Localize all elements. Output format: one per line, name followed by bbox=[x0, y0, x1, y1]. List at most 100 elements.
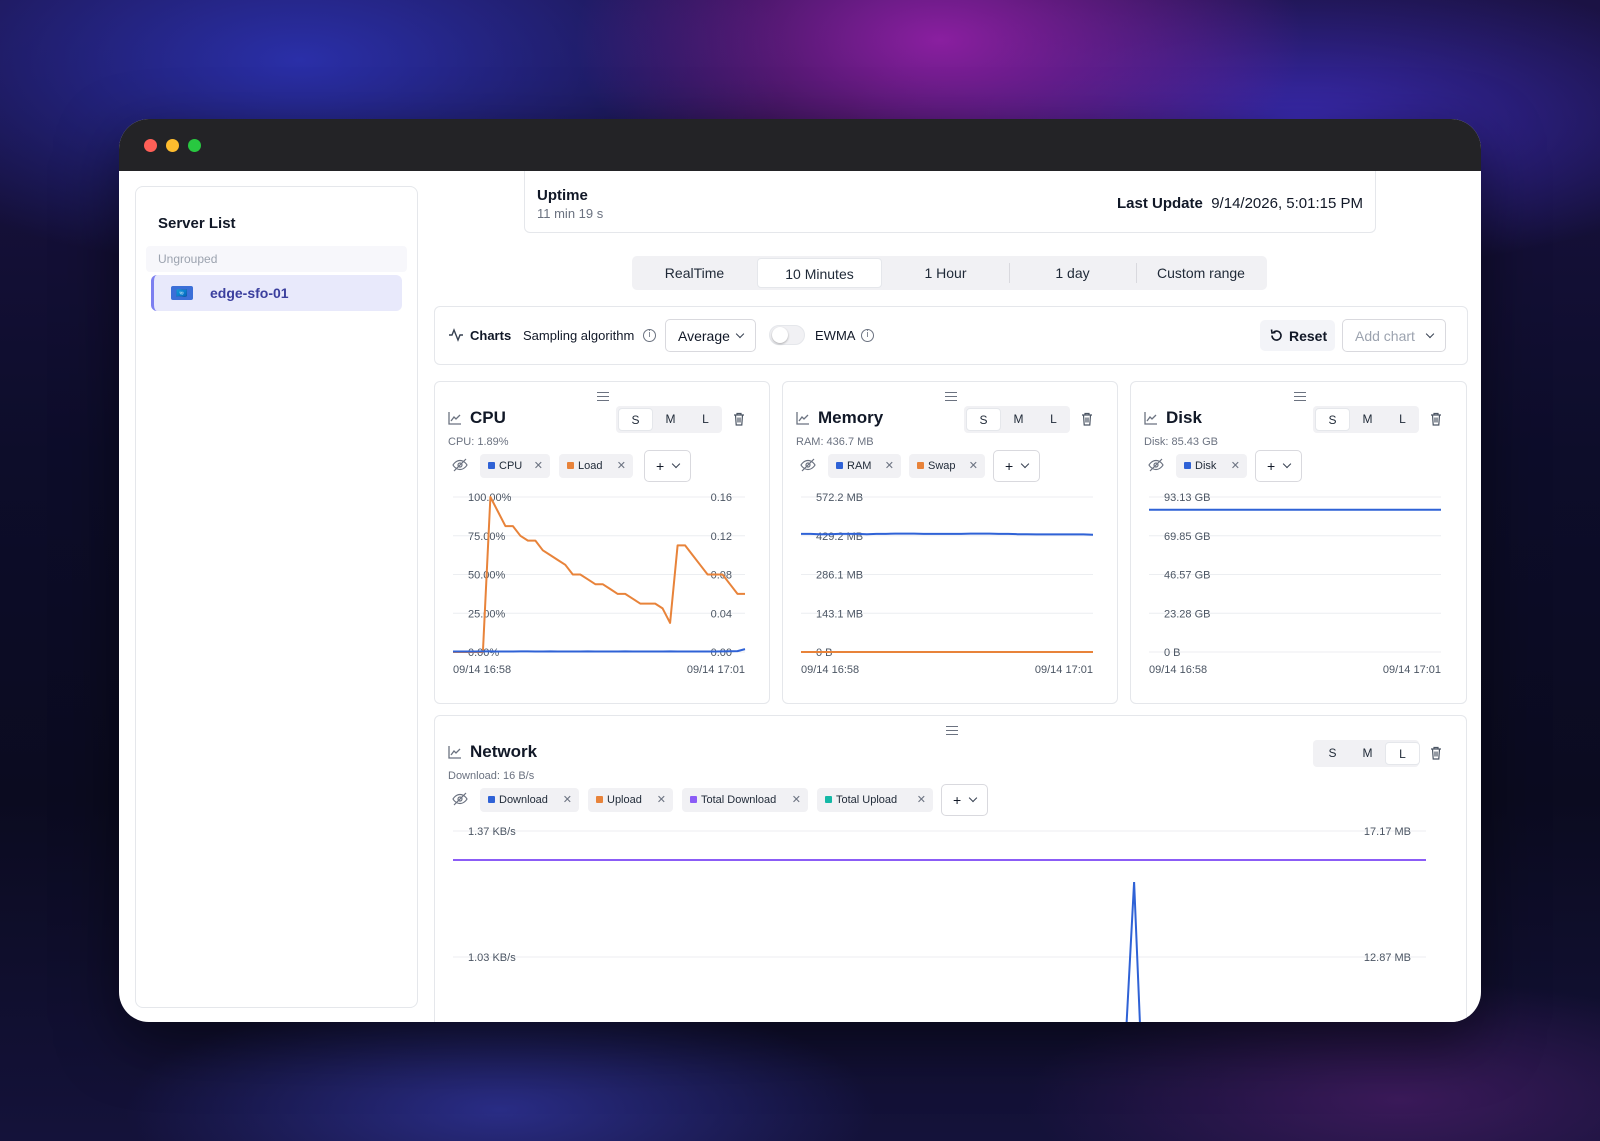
series-chip-label: Load bbox=[578, 460, 603, 472]
drag-handle-icon[interactable] bbox=[946, 726, 958, 735]
size-s-button[interactable]: S bbox=[966, 408, 1001, 431]
add-series-button[interactable]: + bbox=[1255, 450, 1302, 482]
summary-card: Uptime 11 min 19 s Last Update 9/14/2026… bbox=[524, 171, 1376, 233]
size-toggle: S M L bbox=[1313, 740, 1420, 767]
size-l-button[interactable]: L bbox=[1036, 408, 1071, 431]
minimize-window-button[interactable] bbox=[166, 139, 179, 152]
server-list-title: Server List bbox=[158, 215, 236, 232]
series-chip-cpu: CPU ✕ bbox=[480, 454, 550, 478]
remove-series-icon[interactable]: ✕ bbox=[563, 793, 572, 806]
tab-1-day[interactable]: 1 day bbox=[1010, 258, 1135, 288]
chevron-down-icon bbox=[1020, 459, 1030, 469]
card-stat: Download: 16 B/s bbox=[448, 770, 535, 782]
series-chip-load: Load ✕ bbox=[559, 454, 633, 478]
cpu-chart-card: CPU CPU: 1.89% S M L CPU ✕ Load ✕ + 100.00… bbox=[434, 381, 770, 704]
size-m-button[interactable]: M bbox=[1350, 408, 1385, 431]
remove-series-icon[interactable]: ✕ bbox=[885, 459, 894, 472]
y-tick-label: 93.13 GB bbox=[1164, 492, 1210, 504]
series-chip-label: Swap bbox=[928, 460, 956, 472]
server-list-sidebar: Server List Ungrouped 🇺🇳 edge-sfo-01 bbox=[135, 186, 418, 1008]
server-item-edge-sfo-01[interactable]: 🇺🇳 edge-sfo-01 bbox=[151, 275, 402, 311]
hide-series-icon[interactable] bbox=[800, 458, 816, 472]
series-chip-swap: Swap ✕ bbox=[909, 454, 985, 478]
size-s-button[interactable]: S bbox=[1315, 742, 1350, 765]
charts-toolbar: Charts Sampling algorithm i Average EWMA… bbox=[434, 306, 1468, 365]
y-tick-label: 429.2 MB bbox=[816, 531, 863, 543]
last-update: Last Update 9/14/2026, 5:01:15 PM bbox=[1117, 195, 1363, 212]
y-tick-label: 69.85 GB bbox=[1164, 531, 1210, 543]
hide-series-icon[interactable] bbox=[1148, 458, 1164, 472]
card-stat: CPU: 1.89% bbox=[448, 436, 509, 448]
x-tick-label: 09/14 17:01 bbox=[1035, 664, 1093, 676]
y-right-tick-label: 0.16 bbox=[711, 492, 732, 504]
card-title: Memory bbox=[818, 408, 884, 427]
hide-series-icon[interactable] bbox=[452, 458, 468, 472]
tab-custom-range[interactable]: Custom range bbox=[1137, 258, 1265, 288]
size-toggle: S M L bbox=[1313, 406, 1419, 433]
line-chart-icon bbox=[796, 412, 809, 425]
size-m-button[interactable]: M bbox=[1350, 742, 1385, 765]
add-chart-select[interactable]: Add chart bbox=[1342, 319, 1446, 352]
series-color-swatch bbox=[567, 462, 574, 469]
series-chip-upload: Upload ✕ bbox=[588, 788, 673, 812]
maximize-window-button[interactable] bbox=[188, 139, 201, 152]
drag-handle-icon[interactable] bbox=[1294, 392, 1306, 401]
tab-realtime[interactable]: RealTime bbox=[632, 258, 757, 288]
reset-button[interactable]: Reset bbox=[1260, 320, 1335, 351]
trash-icon[interactable] bbox=[733, 412, 745, 426]
remove-series-icon[interactable]: ✕ bbox=[792, 793, 801, 806]
hide-series-icon[interactable] bbox=[452, 792, 468, 806]
ewma-toggle[interactable] bbox=[769, 325, 805, 345]
chevron-down-icon bbox=[1425, 329, 1435, 339]
size-s-button[interactable]: S bbox=[1315, 408, 1350, 431]
series-chip-label: Download bbox=[499, 794, 548, 806]
memory-line-chart: 572.2 MB429.2 MB286.1 MB143.1 MB0 B09/14… bbox=[801, 492, 1094, 676]
size-l-button[interactable]: L bbox=[1385, 408, 1420, 431]
uptime-value: 11 min 19 s bbox=[537, 206, 604, 221]
remove-series-icon[interactable]: ✕ bbox=[534, 459, 543, 472]
trash-icon[interactable] bbox=[1430, 746, 1442, 760]
server-name: edge-sfo-01 bbox=[210, 285, 289, 301]
size-s-button[interactable]: S bbox=[618, 408, 653, 431]
y-tick-label: 572.2 MB bbox=[816, 492, 863, 504]
series-chip-label: Total Upload bbox=[836, 794, 898, 806]
charts-label: Charts bbox=[470, 328, 512, 343]
remove-series-icon[interactable]: ✕ bbox=[657, 793, 666, 806]
y-right-tick-label: 12.87 MB bbox=[1364, 952, 1411, 964]
y-tick-label: 23.28 GB bbox=[1164, 608, 1210, 620]
y-right-tick-label: 17.17 MB bbox=[1364, 826, 1411, 838]
size-m-button[interactable]: M bbox=[1001, 408, 1036, 431]
info-icon[interactable]: i bbox=[643, 329, 656, 342]
add-series-button[interactable]: + bbox=[941, 784, 988, 816]
info-icon[interactable]: i bbox=[861, 329, 874, 342]
series-color-swatch bbox=[836, 462, 843, 469]
tab-10-minutes[interactable]: 10 Minutes bbox=[757, 258, 882, 288]
add-series-button[interactable]: + bbox=[644, 450, 691, 482]
trash-icon[interactable] bbox=[1430, 412, 1442, 426]
size-m-button[interactable]: M bbox=[653, 408, 688, 431]
drag-handle-icon[interactable] bbox=[597, 392, 609, 401]
series-color-swatch bbox=[596, 796, 603, 803]
sampling-select[interactable]: Average bbox=[665, 319, 756, 352]
chevron-down-icon bbox=[1282, 459, 1292, 469]
series-chip-label: Upload bbox=[607, 794, 642, 806]
close-window-button[interactable] bbox=[144, 139, 157, 152]
drag-handle-icon[interactable] bbox=[945, 392, 957, 401]
trash-icon[interactable] bbox=[1081, 412, 1093, 426]
remove-series-icon[interactable]: ✕ bbox=[969, 459, 978, 472]
add-series-button[interactable]: + bbox=[993, 450, 1040, 482]
tab-1-hour[interactable]: 1 Hour bbox=[883, 258, 1008, 288]
size-l-button[interactable]: L bbox=[1385, 742, 1420, 765]
remove-series-icon[interactable]: ✕ bbox=[917, 793, 926, 806]
x-tick-label: 09/14 16:58 bbox=[801, 664, 859, 676]
remove-series-icon[interactable]: ✕ bbox=[1231, 459, 1240, 472]
server-group-label: Ungrouped bbox=[146, 246, 407, 272]
last-update-value: 9/14/2026, 5:01:15 PM bbox=[1211, 195, 1363, 212]
y-tick-label: 0 B bbox=[1164, 647, 1181, 659]
series-chip-ram: RAM ✕ bbox=[828, 454, 901, 478]
size-l-button[interactable]: L bbox=[688, 408, 723, 431]
line-chart-icon bbox=[448, 746, 461, 759]
chevron-down-icon bbox=[968, 793, 978, 803]
remove-series-icon[interactable]: ✕ bbox=[617, 459, 626, 472]
app-window: Server List Ungrouped 🇺🇳 edge-sfo-01 Upt… bbox=[119, 119, 1481, 1022]
